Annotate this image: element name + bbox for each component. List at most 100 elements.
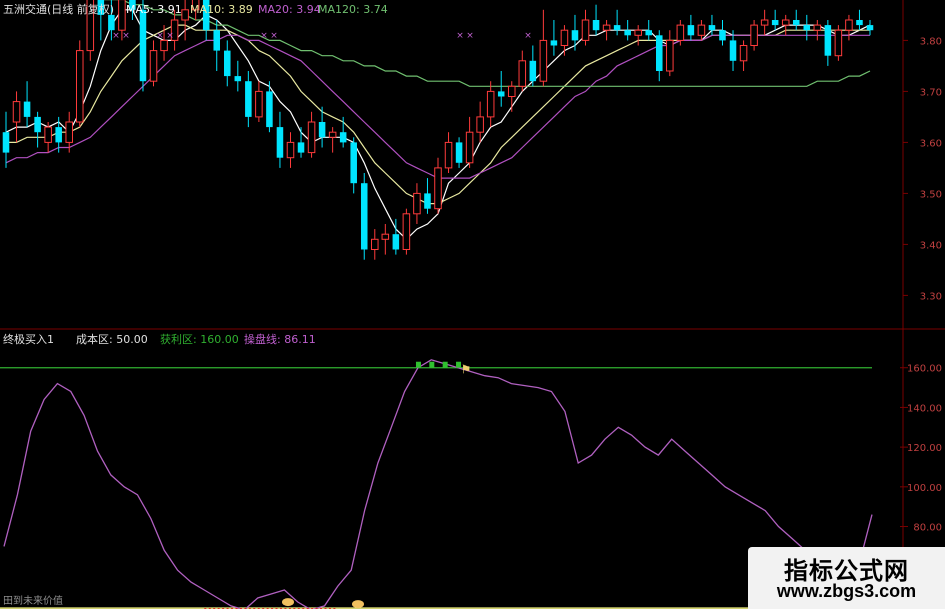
candle xyxy=(645,20,652,41)
candle-body xyxy=(276,127,284,158)
candle xyxy=(2,111,10,168)
candle-body xyxy=(339,132,347,143)
candle xyxy=(813,20,822,41)
ma20-legend: MA20: 3.94 xyxy=(258,3,321,16)
candle-body xyxy=(234,76,242,82)
ma5-legend: MA5: 3.91 xyxy=(126,3,182,16)
hand-marker xyxy=(352,600,364,609)
candle-body xyxy=(687,25,695,36)
candle xyxy=(455,137,463,168)
candlesticks xyxy=(2,0,874,260)
candle xyxy=(297,127,305,158)
candle xyxy=(613,9,621,36)
candle-body xyxy=(108,14,115,31)
candle-body xyxy=(328,131,337,138)
candle-body xyxy=(529,60,537,82)
candle-body xyxy=(634,29,642,36)
candle-body xyxy=(719,30,726,41)
watermark-badge: 指标公式网 www.zbgs3.com xyxy=(748,547,945,609)
candle xyxy=(34,111,41,148)
candle xyxy=(255,81,263,122)
candle xyxy=(465,116,474,168)
candle xyxy=(571,14,579,51)
price-tick-label: 3.80 xyxy=(920,36,942,47)
candle-body xyxy=(381,233,390,240)
candle-body xyxy=(866,25,874,31)
candle xyxy=(729,30,737,71)
ma10-legend: MA10: 3.89 xyxy=(190,3,253,16)
candle xyxy=(634,25,642,46)
candle-body xyxy=(350,142,357,184)
candle xyxy=(781,14,790,36)
candle xyxy=(750,20,758,51)
candle xyxy=(350,137,357,194)
candle-body xyxy=(729,40,737,61)
price-tick-label: 3.50 xyxy=(920,189,942,200)
candle-body xyxy=(371,238,379,251)
candle-body xyxy=(539,39,548,82)
candle-body xyxy=(697,24,706,36)
candle-body xyxy=(465,131,474,164)
trade-line-label: 操盘线: 86.11 xyxy=(244,332,316,346)
candle xyxy=(624,20,631,41)
signal-x-marker: × xyxy=(524,31,532,41)
candle-body xyxy=(666,39,674,72)
candle-body xyxy=(213,30,220,51)
candle-body xyxy=(455,142,463,163)
indicator-tick-label: 120.00 xyxy=(907,443,942,454)
runner-marker: ⚑ xyxy=(461,363,472,377)
candle-body xyxy=(856,20,863,26)
signal-x-marker: × xyxy=(166,31,174,41)
candle xyxy=(360,173,368,260)
candle xyxy=(529,45,537,87)
candle-body xyxy=(65,121,73,143)
candle xyxy=(486,81,495,128)
candle-body xyxy=(392,234,400,250)
candle-body xyxy=(613,25,621,31)
candle-body xyxy=(760,19,769,26)
candle xyxy=(286,132,295,168)
candle-body xyxy=(645,30,652,36)
candle xyxy=(719,20,726,46)
candle xyxy=(592,4,600,36)
candle-body xyxy=(592,20,600,31)
candle-body xyxy=(44,126,52,143)
hand-marker xyxy=(282,598,294,607)
candle xyxy=(792,9,800,31)
candle xyxy=(771,9,779,31)
candle xyxy=(697,20,706,41)
candle-body xyxy=(813,24,822,31)
candle xyxy=(444,132,453,173)
signal-x-marker: × xyxy=(456,31,464,41)
profit-signal-bar xyxy=(415,361,421,368)
candle-body xyxy=(571,30,579,41)
candle-body xyxy=(750,24,758,46)
candle xyxy=(234,60,242,92)
signal-x-marker: × xyxy=(260,31,268,41)
candle xyxy=(328,127,337,153)
candle-body xyxy=(803,25,811,31)
candle xyxy=(760,9,769,36)
candle-body xyxy=(139,9,147,82)
candle-body xyxy=(708,25,716,31)
price-tick-label: 3.30 xyxy=(920,291,942,302)
candle xyxy=(213,20,220,71)
candle-body xyxy=(307,121,316,154)
candle-body xyxy=(676,24,685,41)
candle xyxy=(181,0,189,41)
candle xyxy=(518,50,527,92)
price-tick-label: 3.70 xyxy=(920,87,942,98)
trade-line xyxy=(3,359,873,609)
candle xyxy=(224,40,231,87)
candle xyxy=(476,101,484,143)
chart-grid xyxy=(0,0,945,609)
candle xyxy=(824,20,832,66)
candle-body xyxy=(476,116,484,133)
candle-body xyxy=(402,213,411,251)
candle xyxy=(550,20,558,56)
candle xyxy=(845,14,853,41)
candle xyxy=(856,9,863,31)
candle xyxy=(75,40,84,128)
candle-body xyxy=(55,127,62,143)
candle-body xyxy=(792,20,800,26)
